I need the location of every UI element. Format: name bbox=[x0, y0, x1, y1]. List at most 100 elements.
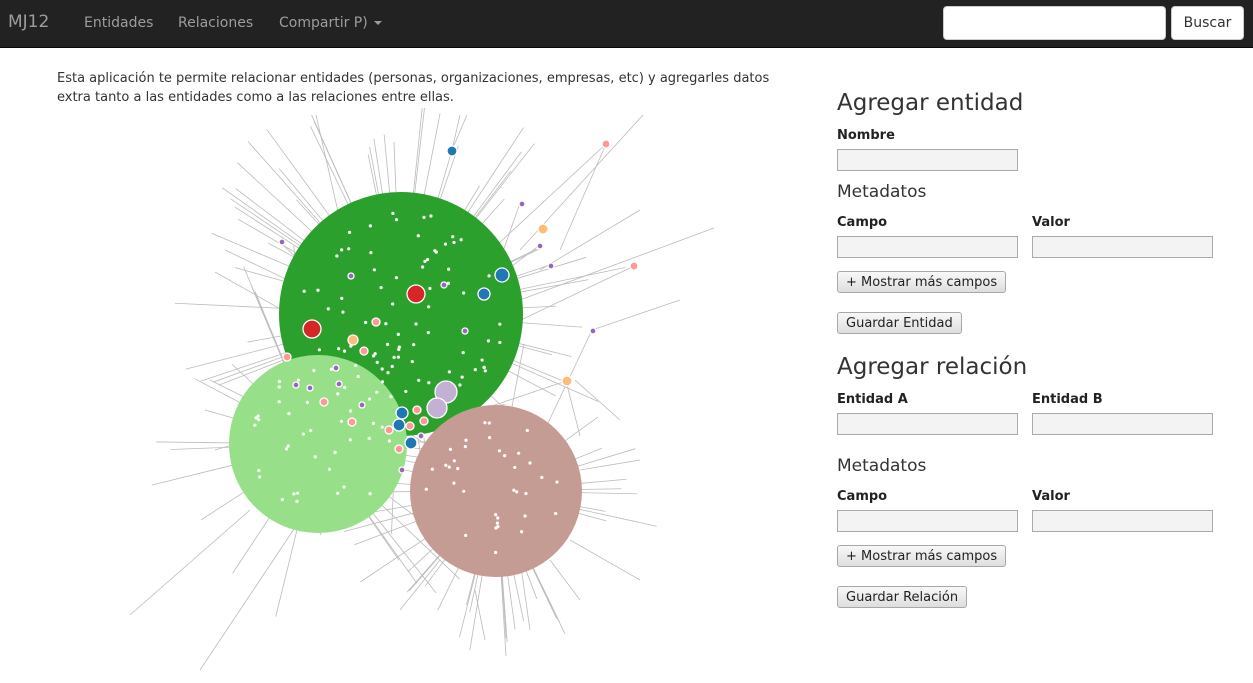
graph-node[interactable] bbox=[332, 364, 340, 372]
cluster-member-dot[interactable] bbox=[414, 322, 418, 326]
cluster-member-dot[interactable] bbox=[257, 468, 261, 473]
cluster-member-dot[interactable] bbox=[356, 374, 360, 379]
relation-value-input[interactable] bbox=[1032, 510, 1213, 532]
cluster-member-dot[interactable] bbox=[448, 447, 453, 451]
graph-node[interactable] bbox=[547, 262, 555, 270]
cluster-member-dot[interactable] bbox=[336, 491, 340, 495]
graph-edge[interactable] bbox=[367, 154, 379, 201]
cluster-member-dot[interactable] bbox=[327, 467, 332, 471]
cluster-member-dot[interactable] bbox=[277, 400, 281, 404]
graph-edge[interactable] bbox=[469, 151, 522, 222]
graph-edge[interactable] bbox=[575, 508, 657, 527]
graph-edge[interactable] bbox=[174, 302, 286, 309]
cluster-member-dot[interactable] bbox=[348, 438, 352, 442]
graph-edge[interactable] bbox=[422, 113, 441, 201]
graph-node[interactable] bbox=[440, 281, 448, 289]
graph-edge[interactable] bbox=[451, 114, 468, 151]
entity-a-input[interactable] bbox=[837, 413, 1018, 435]
graph-node[interactable] bbox=[494, 267, 510, 283]
cluster-member-dot[interactable] bbox=[424, 487, 428, 491]
graph-edge[interactable] bbox=[591, 299, 681, 331]
cluster-member-dot[interactable] bbox=[447, 267, 451, 271]
graph-edge[interactable] bbox=[199, 519, 301, 671]
graph-edge[interactable] bbox=[474, 589, 486, 641]
cluster-member-dot[interactable] bbox=[456, 467, 460, 471]
cluster-member-dot[interactable] bbox=[433, 249, 437, 253]
cluster-member-dot[interactable] bbox=[296, 378, 301, 382]
cluster-member-dot[interactable] bbox=[367, 397, 372, 401]
cluster-member-dot[interactable] bbox=[515, 490, 519, 494]
graph-node[interactable] bbox=[392, 418, 406, 432]
cluster-member-dot[interactable] bbox=[427, 305, 431, 309]
cluster-member-dot[interactable] bbox=[512, 488, 516, 492]
graph-edge[interactable] bbox=[232, 514, 272, 574]
graph-node[interactable] bbox=[518, 200, 526, 208]
cluster-member-dot[interactable] bbox=[284, 447, 289, 451]
cluster-member-dot[interactable] bbox=[404, 389, 408, 394]
cluster-member-dot[interactable] bbox=[428, 286, 432, 290]
graph-node[interactable] bbox=[536, 242, 544, 250]
cluster-member-dot[interactable] bbox=[487, 421, 491, 425]
cluster-member-dot[interactable] bbox=[417, 378, 421, 382]
cluster-member-dot[interactable] bbox=[498, 340, 502, 345]
graph-node[interactable] bbox=[358, 401, 366, 409]
graph-node[interactable] bbox=[405, 421, 415, 431]
graph-edge[interactable] bbox=[412, 108, 423, 199]
graph-edge[interactable] bbox=[471, 170, 512, 223]
cluster-member-dot[interactable] bbox=[540, 475, 544, 480]
cluster-member-dot[interactable] bbox=[313, 455, 317, 459]
graph-node[interactable] bbox=[601, 139, 611, 149]
entity-more-fields-button[interactable]: + Mostrar más campos bbox=[837, 271, 1007, 293]
graph-node[interactable] bbox=[384, 425, 394, 435]
graph-edge[interactable] bbox=[530, 564, 558, 619]
cluster-member-dot[interactable] bbox=[342, 485, 346, 489]
cluster-member-dot[interactable] bbox=[340, 296, 344, 300]
cluster-member-dot[interactable] bbox=[487, 436, 492, 440]
graph-edge[interactable] bbox=[451, 114, 461, 151]
cluster-member-dot[interactable] bbox=[342, 349, 347, 353]
graph-edge[interactable] bbox=[231, 363, 257, 387]
cluster-member-dot[interactable] bbox=[463, 444, 467, 449]
cluster-member-dot[interactable] bbox=[343, 385, 347, 390]
cluster-member-dot[interactable] bbox=[513, 465, 517, 470]
graph-edge[interactable] bbox=[234, 267, 290, 284]
cluster-member-dot[interactable] bbox=[554, 511, 558, 516]
cluster-member-dot[interactable] bbox=[394, 218, 399, 222]
cluster-member-dot[interactable] bbox=[295, 499, 299, 503]
graph-edge[interactable] bbox=[466, 569, 476, 606]
cluster-member-dot[interactable] bbox=[528, 461, 532, 465]
graph-edge[interactable] bbox=[235, 188, 309, 245]
graph-edge[interactable] bbox=[156, 441, 234, 444]
cluster-member-dot[interactable] bbox=[423, 259, 427, 263]
cluster-member-dot[interactable] bbox=[379, 285, 383, 290]
graph-edge[interactable] bbox=[501, 572, 507, 639]
graph-edge[interactable] bbox=[360, 536, 429, 583]
graph-node[interactable] bbox=[419, 416, 429, 426]
graph-edge[interactable] bbox=[561, 416, 599, 444]
graph-edge[interactable] bbox=[549, 559, 581, 601]
graph-node[interactable] bbox=[395, 406, 409, 420]
save-relation-button[interactable]: Guardar Relación bbox=[837, 586, 968, 608]
graph-edge[interactable] bbox=[514, 279, 589, 294]
cluster-member-dot[interactable] bbox=[452, 240, 456, 245]
cluster-member-dot[interactable] bbox=[368, 492, 372, 496]
cluster-member-dot[interactable] bbox=[523, 514, 527, 518]
graph-edge[interactable] bbox=[579, 459, 641, 471]
cluster-member-dot[interactable] bbox=[301, 432, 306, 436]
cluster-member-dot[interactable] bbox=[555, 480, 559, 484]
cluster-member-dot[interactable] bbox=[443, 242, 448, 246]
cluster-member-dot[interactable] bbox=[326, 307, 330, 311]
cluster-member-dot[interactable] bbox=[339, 419, 344, 423]
graph-node[interactable] bbox=[446, 145, 458, 157]
graph-node[interactable] bbox=[589, 327, 597, 335]
cluster-member-dot[interactable] bbox=[396, 355, 401, 359]
cluster-member-dot[interactable] bbox=[347, 230, 352, 234]
cluster-member-dot[interactable] bbox=[452, 459, 456, 463]
relation-field-input[interactable] bbox=[837, 510, 1018, 532]
graph-edge[interactable] bbox=[472, 143, 535, 223]
cluster-member-dot[interactable] bbox=[524, 491, 528, 496]
cluster-member-dot[interactable] bbox=[517, 451, 521, 455]
cluster-member-dot[interactable] bbox=[429, 214, 433, 218]
cluster-member-dot[interactable] bbox=[430, 467, 434, 471]
cluster-member-dot[interactable] bbox=[256, 418, 261, 422]
